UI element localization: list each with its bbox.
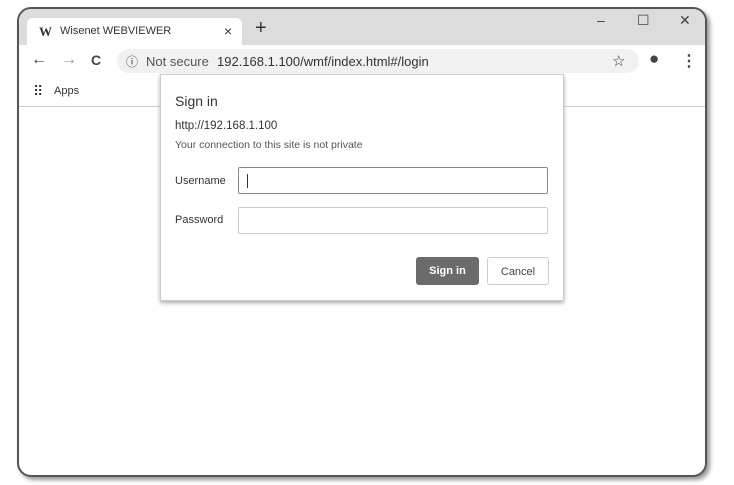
wisenet-logo-icon: W [39, 24, 52, 39]
browser-window: W Wisenet WEBVIEWER × + – ☐ ✕ ← → C ⓘ No… [17, 7, 707, 477]
dialog-title: Sign in [175, 93, 218, 109]
forward-icon[interactable]: → [61, 51, 77, 69]
info-icon[interactable]: ⓘ [126, 53, 138, 70]
username-label: Username [175, 175, 226, 187]
password-label: Password [175, 214, 224, 226]
reload-icon[interactable]: C [91, 52, 101, 68]
bookmark-star-icon[interactable]: ☆ [612, 52, 625, 70]
sign-in-dialog: Sign in http://192.168.1.100 Your connec… [160, 74, 564, 301]
security-label: Not secure [146, 54, 209, 69]
menu-icon[interactable]: ⋮ [681, 51, 697, 71]
back-icon[interactable]: ← [31, 51, 47, 69]
sign-in-button[interactable]: Sign in [416, 257, 479, 285]
url-text: 192.168.1.100/wmf/index.html#/login [217, 54, 429, 69]
profile-icon[interactable]: ● [649, 49, 659, 69]
maximize-button[interactable]: ☐ [637, 12, 650, 29]
close-window-button[interactable]: ✕ [679, 12, 691, 29]
tab-wisenet[interactable]: W Wisenet WEBVIEWER × [27, 18, 242, 45]
username-input[interactable] [238, 167, 548, 194]
apps-link[interactable]: Apps [54, 85, 79, 97]
minimize-button[interactable]: – [597, 12, 605, 28]
tab-close-icon[interactable]: × [224, 23, 232, 39]
tab-strip: W Wisenet WEBVIEWER × + – ☐ ✕ [19, 9, 705, 45]
tab-title: Wisenet WEBVIEWER [60, 25, 172, 37]
address-bar[interactable]: ⓘ Not secure 192.168.1.100/wmf/index.htm… [117, 49, 639, 73]
new-tab-button[interactable]: + [255, 17, 267, 40]
apps-icon[interactable]: ⠿ [33, 83, 43, 100]
cancel-button[interactable]: Cancel [487, 257, 549, 285]
password-input[interactable] [238, 207, 548, 234]
privacy-warning: Your connection to this site is not priv… [175, 139, 363, 151]
dialog-site: http://192.168.1.100 [175, 120, 278, 132]
text-caret [247, 174, 248, 188]
